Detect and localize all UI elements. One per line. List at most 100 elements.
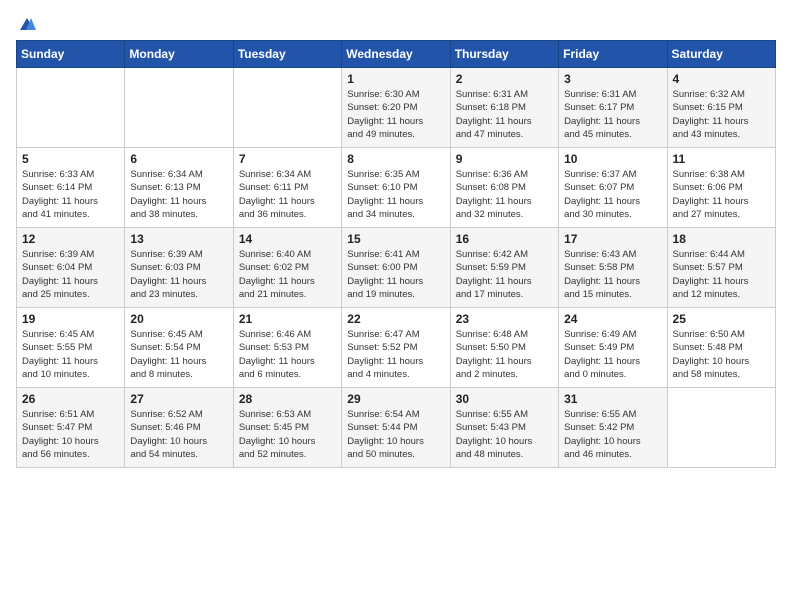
day-number: 29 (347, 392, 445, 406)
calendar-table: SundayMondayTuesdayWednesdayThursdayFrid… (16, 40, 776, 468)
calendar-header-row: SundayMondayTuesdayWednesdayThursdayFrid… (17, 41, 776, 68)
day-number: 19 (22, 312, 120, 326)
day-info: Sunrise: 6:50 AM Sunset: 5:48 PM Dayligh… (673, 328, 771, 381)
calendar-cell: 14 Sunrise: 6:40 AM Sunset: 6:02 PM Dayli… (233, 228, 341, 308)
day-number: 25 (673, 312, 771, 326)
day-number: 20 (130, 312, 228, 326)
day-number: 10 (564, 152, 662, 166)
day-number: 26 (22, 392, 120, 406)
calendar-cell: 20 Sunrise: 6:45 AM Sunset: 5:54 PM Dayli… (125, 308, 233, 388)
day-of-week-header: Friday (559, 41, 667, 68)
calendar-cell: 8Sunrise: 6:35 AM Sunset: 6:10 PM Daylig… (342, 148, 450, 228)
day-number: 14 (239, 232, 337, 246)
calendar-cell: 4 Sunrise: 6:32 AM Sunset: 6:15 PM Daylig… (667, 68, 775, 148)
calendar-cell: 29 Sunrise: 6:54 AM Sunset: 5:44 PM Dayli… (342, 388, 450, 468)
calendar-cell: 19 Sunrise: 6:45 AM Sunset: 5:55 PM Dayli… (17, 308, 125, 388)
day-number: 27 (130, 392, 228, 406)
day-info: Sunrise: 6:40 AM Sunset: 6:02 PM Dayligh… (239, 248, 337, 301)
calendar-cell: 11 Sunrise: 6:38 AM Sunset: 6:06 PM Dayli… (667, 148, 775, 228)
logo (16, 16, 36, 30)
calendar-cell: 23 Sunrise: 6:48 AM Sunset: 5:50 PM Dayli… (450, 308, 558, 388)
day-number: 9 (456, 152, 554, 166)
calendar-week-row: 1 Sunrise: 6:30 AM Sunset: 6:20 PM Daylig… (17, 68, 776, 148)
day-number: 22 (347, 312, 445, 326)
day-of-week-header: Wednesday (342, 41, 450, 68)
day-info: Sunrise: 6:38 AM Sunset: 6:06 PM Dayligh… (673, 168, 771, 221)
calendar-week-row: 26 Sunrise: 6:51 AM Sunset: 5:47 PM Dayli… (17, 388, 776, 468)
day-info: Sunrise: 6:48 AM Sunset: 5:50 PM Dayligh… (456, 328, 554, 381)
day-number: 13 (130, 232, 228, 246)
day-info: Sunrise: 6:41 AM Sunset: 6:00 PM Dayligh… (347, 248, 445, 301)
day-number: 1 (347, 72, 445, 86)
day-number: 4 (673, 72, 771, 86)
day-info: Sunrise: 6:55 AM Sunset: 5:43 PM Dayligh… (456, 408, 554, 461)
header (16, 16, 776, 30)
day-of-week-header: Saturday (667, 41, 775, 68)
day-info: Sunrise: 6:31 AM Sunset: 6:17 PM Dayligh… (564, 88, 662, 141)
calendar-cell: 25 Sunrise: 6:50 AM Sunset: 5:48 PM Dayli… (667, 308, 775, 388)
day-number: 5 (22, 152, 120, 166)
day-number: 2 (456, 72, 554, 86)
calendar-cell: 13 Sunrise: 6:39 AM Sunset: 6:03 PM Dayli… (125, 228, 233, 308)
day-number: 31 (564, 392, 662, 406)
day-number: 30 (456, 392, 554, 406)
calendar-cell: 5Sunrise: 6:33 AM Sunset: 6:14 PM Daylig… (17, 148, 125, 228)
day-info: Sunrise: 6:39 AM Sunset: 6:03 PM Dayligh… (130, 248, 228, 301)
day-of-week-header: Monday (125, 41, 233, 68)
calendar-cell: 28 Sunrise: 6:53 AM Sunset: 5:45 PM Dayli… (233, 388, 341, 468)
day-info: Sunrise: 6:42 AM Sunset: 5:59 PM Dayligh… (456, 248, 554, 301)
day-info: Sunrise: 6:46 AM Sunset: 5:53 PM Dayligh… (239, 328, 337, 381)
calendar-cell: 22 Sunrise: 6:47 AM Sunset: 5:52 PM Dayli… (342, 308, 450, 388)
calendar-cell: 24Sunrise: 6:49 AM Sunset: 5:49 PM Dayli… (559, 308, 667, 388)
calendar-cell: 27 Sunrise: 6:52 AM Sunset: 5:46 PM Dayli… (125, 388, 233, 468)
day-number: 15 (347, 232, 445, 246)
day-info: Sunrise: 6:45 AM Sunset: 5:54 PM Dayligh… (130, 328, 228, 381)
day-of-week-header: Tuesday (233, 41, 341, 68)
day-of-week-header: Sunday (17, 41, 125, 68)
day-number: 6 (130, 152, 228, 166)
logo-icon (18, 16, 36, 34)
calendar-cell: 17 Sunrise: 6:43 AM Sunset: 5:58 PM Dayli… (559, 228, 667, 308)
calendar-cell (125, 68, 233, 148)
calendar-cell: 7Sunrise: 6:34 AM Sunset: 6:11 PM Daylig… (233, 148, 341, 228)
calendar-cell (667, 388, 775, 468)
day-number: 28 (239, 392, 337, 406)
day-info: Sunrise: 6:37 AM Sunset: 6:07 PM Dayligh… (564, 168, 662, 221)
day-info: Sunrise: 6:34 AM Sunset: 6:13 PM Dayligh… (130, 168, 228, 221)
day-info: Sunrise: 6:35 AM Sunset: 6:10 PM Dayligh… (347, 168, 445, 221)
day-info: Sunrise: 6:43 AM Sunset: 5:58 PM Dayligh… (564, 248, 662, 301)
calendar-cell: 3Sunrise: 6:31 AM Sunset: 6:17 PM Daylig… (559, 68, 667, 148)
calendar-week-row: 5Sunrise: 6:33 AM Sunset: 6:14 PM Daylig… (17, 148, 776, 228)
calendar-cell: 30 Sunrise: 6:55 AM Sunset: 5:43 PM Dayli… (450, 388, 558, 468)
calendar-cell: 16 Sunrise: 6:42 AM Sunset: 5:59 PM Dayli… (450, 228, 558, 308)
calendar-cell: 31Sunrise: 6:55 AM Sunset: 5:42 PM Dayli… (559, 388, 667, 468)
day-info: Sunrise: 6:47 AM Sunset: 5:52 PM Dayligh… (347, 328, 445, 381)
day-number: 11 (673, 152, 771, 166)
day-number: 18 (673, 232, 771, 246)
day-number: 23 (456, 312, 554, 326)
day-number: 16 (456, 232, 554, 246)
calendar-body: 1 Sunrise: 6:30 AM Sunset: 6:20 PM Daylig… (17, 68, 776, 468)
day-info: Sunrise: 6:45 AM Sunset: 5:55 PM Dayligh… (22, 328, 120, 381)
calendar-cell: 12Sunrise: 6:39 AM Sunset: 6:04 PM Dayli… (17, 228, 125, 308)
day-info: Sunrise: 6:52 AM Sunset: 5:46 PM Dayligh… (130, 408, 228, 461)
calendar-cell: 1 Sunrise: 6:30 AM Sunset: 6:20 PM Daylig… (342, 68, 450, 148)
calendar-cell: 6 Sunrise: 6:34 AM Sunset: 6:13 PM Daylig… (125, 148, 233, 228)
calendar-cell (17, 68, 125, 148)
day-of-week-header: Thursday (450, 41, 558, 68)
day-info: Sunrise: 6:30 AM Sunset: 6:20 PM Dayligh… (347, 88, 445, 141)
calendar-cell: 26 Sunrise: 6:51 AM Sunset: 5:47 PM Dayli… (17, 388, 125, 468)
calendar-cell: 2 Sunrise: 6:31 AM Sunset: 6:18 PM Daylig… (450, 68, 558, 148)
calendar-cell (233, 68, 341, 148)
day-info: Sunrise: 6:54 AM Sunset: 5:44 PM Dayligh… (347, 408, 445, 461)
calendar-cell: 10 Sunrise: 6:37 AM Sunset: 6:07 PM Dayli… (559, 148, 667, 228)
day-info: Sunrise: 6:51 AM Sunset: 5:47 PM Dayligh… (22, 408, 120, 461)
day-info: Sunrise: 6:39 AM Sunset: 6:04 PM Dayligh… (22, 248, 120, 301)
day-info: Sunrise: 6:44 AM Sunset: 5:57 PM Dayligh… (673, 248, 771, 301)
day-info: Sunrise: 6:53 AM Sunset: 5:45 PM Dayligh… (239, 408, 337, 461)
day-info: Sunrise: 6:34 AM Sunset: 6:11 PM Dayligh… (239, 168, 337, 221)
day-number: 17 (564, 232, 662, 246)
day-info: Sunrise: 6:32 AM Sunset: 6:15 PM Dayligh… (673, 88, 771, 141)
day-number: 24 (564, 312, 662, 326)
day-info: Sunrise: 6:31 AM Sunset: 6:18 PM Dayligh… (456, 88, 554, 141)
